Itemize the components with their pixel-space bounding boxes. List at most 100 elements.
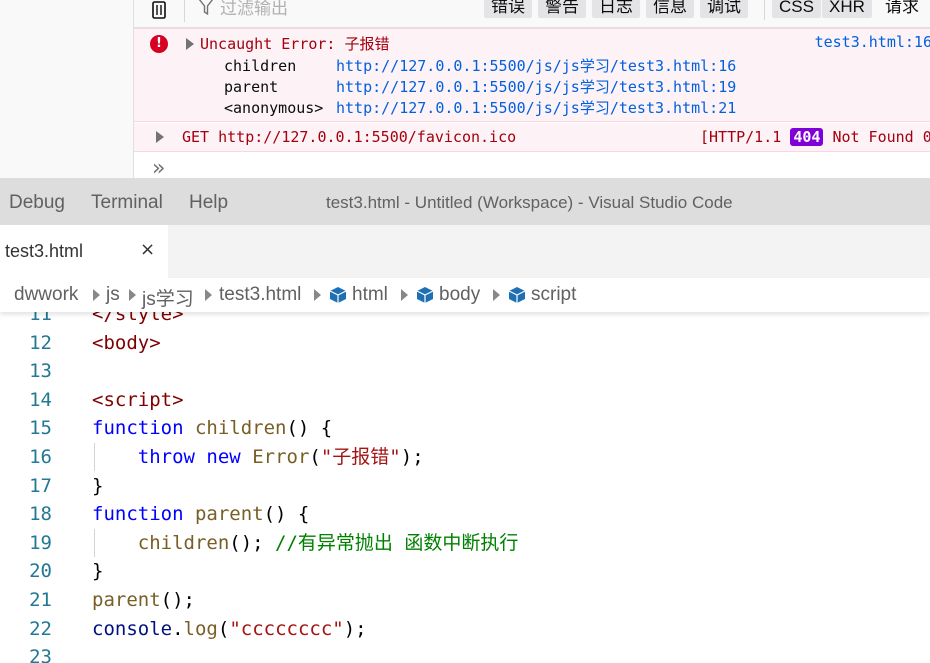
filter-css-button[interactable]: CSS	[772, 0, 821, 18]
line-number: 20	[29, 560, 52, 583]
menu-help[interactable]: Help	[189, 192, 228, 214]
console-toolbar: 过滤输出 错误 警告 日志 信息 调试 CSS XHR 请求	[134, 0, 930, 28]
stack-frame: <anonymous> http://127.0.0.1:5500/js/js学习…	[224, 97, 736, 118]
code-text: children(); //有异常抛出 函数中断执行	[92, 529, 519, 557]
code-token: );	[343, 617, 367, 640]
tab-label: test3.html	[5, 241, 84, 261]
code-line[interactable]: 13	[0, 357, 930, 385]
breadcrumb-item-dwwork[interactable]: dwwork	[14, 284, 78, 306]
code-line[interactable]: 18 function parent() {	[0, 500, 930, 528]
cube-icon	[508, 287, 526, 303]
breadcrumb-item-body[interactable]: body	[439, 284, 480, 306]
window-title: test3.html - Untitled (Workspace) - Visu…	[326, 193, 733, 212]
expand-arrow-icon[interactable]	[186, 38, 194, 50]
line-number: 19	[29, 531, 52, 554]
code-token: () {	[286, 417, 333, 440]
code-token: function	[92, 417, 184, 440]
stack-url-link[interactable]: http://127.0.0.1:5500/js/js学习/test3.html…	[336, 57, 736, 75]
code-text: function children() {	[92, 414, 332, 442]
code-token: log	[183, 617, 218, 640]
vscode-title-bar: Debug Terminal Help test3.html - Untitle…	[0, 178, 930, 225]
filter-logs-button[interactable]: 日志	[592, 0, 640, 18]
code-line[interactable]: 17}	[0, 472, 930, 500]
code-line[interactable]: 23	[0, 643, 930, 663]
code-token: <body>	[92, 331, 161, 354]
error-icon: !	[150, 35, 168, 53]
status-prefix: [HTTP/1.1	[700, 128, 782, 146]
close-icon[interactable]: ×	[140, 239, 155, 260]
code-text: }	[92, 472, 103, 500]
breadcrumb-item-html[interactable]: html	[352, 284, 388, 306]
stack-function: parent	[224, 78, 279, 96]
console-sidebar	[0, 0, 134, 178]
code-editor[interactable]: 11 </style> 12 <body> 13 14 <script> 15 function…	[0, 298, 930, 663]
filter-input[interactable]: 过滤输出	[220, 0, 288, 19]
stack-function: <anonymous>	[224, 99, 324, 117]
console-input-chevron-icon[interactable]: »	[152, 158, 165, 179]
code-text: throw new Error("子报错");	[92, 443, 424, 471]
code-line[interactable]: 19 children(); //有异常抛出 函数中断执行	[0, 528, 930, 557]
breadcrumb-item-file[interactable]: test3.html	[219, 284, 301, 306]
cube-icon	[329, 287, 347, 303]
filter-debug-button[interactable]: 调试	[700, 0, 748, 18]
code-token: (	[217, 617, 230, 640]
breadcrumb-item-js[interactable]: js	[106, 284, 120, 306]
devtools-console: 过滤输出 错误 警告 日志 信息 调试 CSS XHR 请求 ! Uncaugh…	[0, 0, 930, 178]
line-number: 16	[29, 446, 52, 468]
console-error-message[interactable]: ! Uncaught Error: 子报错 test3.html:16 chil…	[134, 28, 930, 122]
filter-requests-button[interactable]: 请求	[878, 0, 926, 18]
code-line[interactable]: 20}	[0, 557, 930, 585]
code-line[interactable]: 21 parent();	[0, 586, 930, 614]
network-status: [HTTP/1.1 404 Not Found 0	[700, 128, 930, 146]
line-number: 17	[29, 474, 52, 497]
code-token: parent	[194, 503, 264, 526]
code-line[interactable]: 16 throw new Error("子报错");	[0, 443, 930, 471]
menu-terminal[interactable]: Terminal	[91, 192, 163, 214]
line-number: 15	[29, 417, 52, 440]
code-token: Error	[252, 446, 310, 468]
line-number: 21	[29, 589, 52, 611]
line-number: 13	[29, 360, 52, 383]
tab-test3-html[interactable]: test3.html ×	[0, 225, 168, 278]
code-line[interactable]: 15 function children() {	[0, 414, 930, 442]
trash-icon[interactable]	[148, 0, 170, 20]
code-token: .	[172, 617, 184, 640]
menu-debug[interactable]: Debug	[9, 192, 65, 214]
code-token: () {	[263, 503, 310, 526]
error-source-link[interactable]: test3.html:16	[815, 33, 930, 51]
stack-url-link[interactable]: http://127.0.0.1:5500/js/js学习/test3.html…	[336, 78, 736, 96]
breadcrumb-item-script[interactable]: script	[531, 284, 576, 306]
status-suffix: Not Found 0	[832, 128, 930, 146]
toolbar-divider	[764, 0, 765, 20]
code-token: new	[206, 446, 241, 468]
code-line[interactable]: 22 console.log("cccccccc");	[0, 615, 930, 643]
code-line[interactable]: 12 <body>	[0, 329, 930, 357]
chevron-right-icon	[314, 289, 321, 301]
code-token: parent	[92, 589, 161, 611]
stack-url-link[interactable]: http://127.0.0.1:5500/js/js学习/test3.html…	[336, 99, 736, 117]
status-code-badge: 404	[790, 128, 824, 146]
expand-arrow-icon[interactable]	[156, 131, 164, 143]
filter-info-button[interactable]: 信息	[646, 0, 694, 18]
breadcrumb-item-js-study[interactable]: js学习	[142, 284, 194, 311]
editor-tab-bar: test3.html ×	[0, 225, 930, 278]
code-token: (	[309, 446, 321, 468]
code-token: children	[137, 531, 230, 554]
cube-icon	[416, 287, 434, 303]
breadcrumb: dwwork js js学习 test3.html html body scri…	[0, 278, 930, 312]
code-token: //有异常抛出 函数中断执行	[275, 531, 519, 554]
filter-xhr-button[interactable]: XHR	[822, 0, 872, 18]
line-number: 22	[29, 617, 52, 640]
console-network-message[interactable]: GET http://127.0.0.1:5500/favicon.ico [H…	[134, 123, 930, 152]
filter-errors-button[interactable]: 错误	[484, 0, 532, 18]
network-request-text: GET http://127.0.0.1:5500/favicon.ico	[182, 128, 517, 146]
line-number: 18	[29, 503, 52, 526]
filter-warnings-button[interactable]: 警告	[538, 0, 586, 18]
code-token: }	[92, 474, 104, 497]
code-line[interactable]: 14 <script>	[0, 386, 930, 414]
